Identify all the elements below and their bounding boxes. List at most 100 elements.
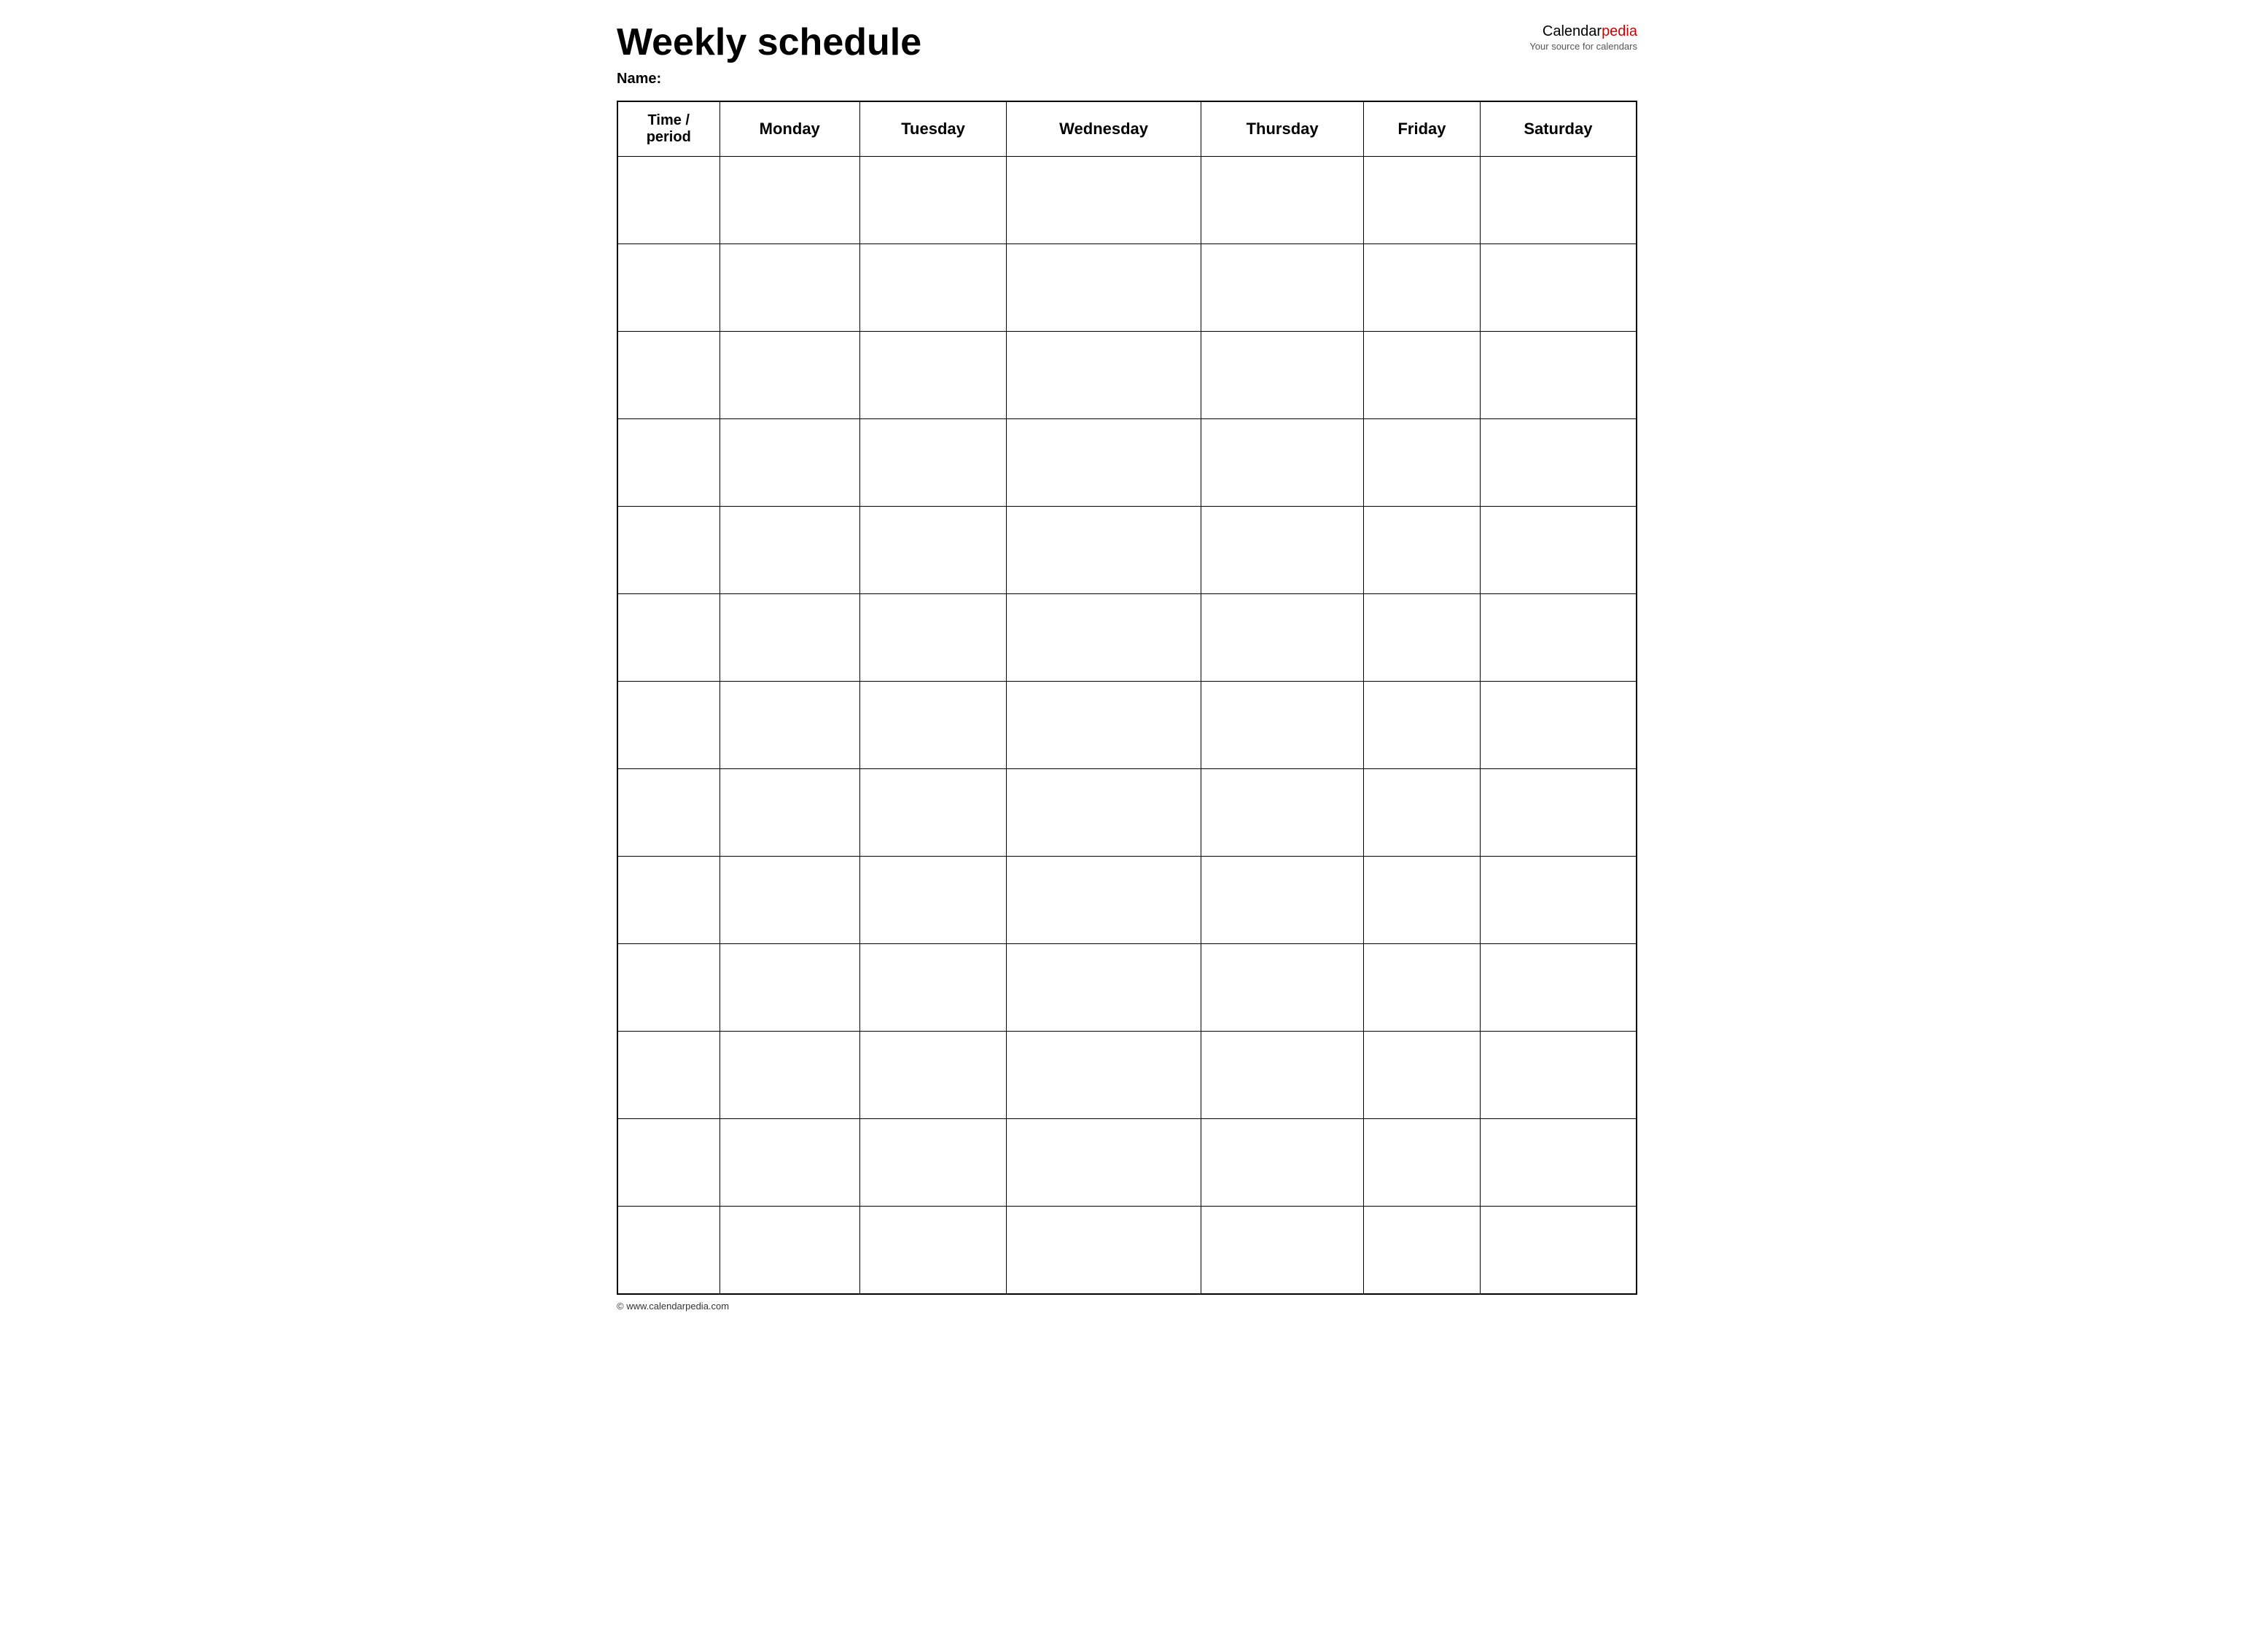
time-cell[interactable] bbox=[617, 594, 720, 682]
time-cell[interactable] bbox=[617, 507, 720, 594]
schedule-cell[interactable] bbox=[1007, 769, 1201, 857]
schedule-cell[interactable] bbox=[1480, 507, 1637, 594]
schedule-cell[interactable] bbox=[1364, 682, 1481, 769]
name-label: Name: bbox=[617, 71, 661, 87]
schedule-cell[interactable] bbox=[859, 944, 1006, 1032]
schedule-cell[interactable] bbox=[859, 1119, 1006, 1207]
logo-black-text: Calendar bbox=[1543, 23, 1602, 39]
schedule-cell[interactable] bbox=[1007, 682, 1201, 769]
footer: © www.calendarpedia.com bbox=[617, 1301, 1637, 1312]
schedule-cell[interactable] bbox=[1007, 332, 1201, 419]
schedule-cell[interactable] bbox=[720, 1119, 859, 1207]
schedule-cell[interactable] bbox=[1364, 1032, 1481, 1119]
schedule-cell[interactable] bbox=[720, 332, 859, 419]
schedule-cell[interactable] bbox=[1364, 157, 1481, 244]
schedule-cell[interactable] bbox=[1480, 1207, 1637, 1294]
schedule-cell[interactable] bbox=[1007, 1032, 1201, 1119]
schedule-cell[interactable] bbox=[720, 682, 859, 769]
schedule-cell[interactable] bbox=[1007, 594, 1201, 682]
time-cell[interactable] bbox=[617, 1119, 720, 1207]
schedule-cell[interactable] bbox=[720, 419, 859, 507]
schedule-cell[interactable] bbox=[1364, 769, 1481, 857]
schedule-cell[interactable] bbox=[1201, 1207, 1364, 1294]
schedule-cell[interactable] bbox=[1007, 857, 1201, 944]
schedule-cell[interactable] bbox=[720, 507, 859, 594]
schedule-cell[interactable] bbox=[1480, 1119, 1637, 1207]
schedule-cell[interactable] bbox=[1201, 244, 1364, 332]
footer-text: © www.calendarpedia.com bbox=[617, 1301, 729, 1312]
schedule-cell[interactable] bbox=[1201, 419, 1364, 507]
time-cell[interactable] bbox=[617, 944, 720, 1032]
schedule-body bbox=[617, 157, 1637, 1294]
schedule-cell[interactable] bbox=[1480, 857, 1637, 944]
schedule-cell[interactable] bbox=[1201, 1032, 1364, 1119]
table-row bbox=[617, 157, 1637, 244]
schedule-cell[interactable] bbox=[720, 157, 859, 244]
schedule-cell[interactable] bbox=[1480, 769, 1637, 857]
col-header-thursday: Thursday bbox=[1201, 101, 1364, 157]
time-cell[interactable] bbox=[617, 682, 720, 769]
schedule-cell[interactable] bbox=[720, 1207, 859, 1294]
time-cell[interactable] bbox=[617, 1032, 720, 1119]
time-cell[interactable] bbox=[617, 244, 720, 332]
schedule-cell[interactable] bbox=[859, 857, 1006, 944]
schedule-cell[interactable] bbox=[720, 857, 859, 944]
logo-text: Calendarpedia bbox=[1529, 22, 1637, 41]
schedule-cell[interactable] bbox=[720, 1032, 859, 1119]
schedule-cell[interactable] bbox=[1364, 244, 1481, 332]
schedule-cell[interactable] bbox=[1364, 419, 1481, 507]
schedule-cell[interactable] bbox=[1480, 157, 1637, 244]
schedule-cell[interactable] bbox=[1201, 944, 1364, 1032]
schedule-cell[interactable] bbox=[1364, 857, 1481, 944]
schedule-cell[interactable] bbox=[1480, 244, 1637, 332]
schedule-cell[interactable] bbox=[1007, 944, 1201, 1032]
schedule-cell[interactable] bbox=[1480, 332, 1637, 419]
schedule-cell[interactable] bbox=[720, 944, 859, 1032]
schedule-cell[interactable] bbox=[1007, 157, 1201, 244]
schedule-cell[interactable] bbox=[1201, 594, 1364, 682]
table-row bbox=[617, 857, 1637, 944]
schedule-cell[interactable] bbox=[859, 157, 1006, 244]
schedule-cell[interactable] bbox=[859, 1207, 1006, 1294]
schedule-cell[interactable] bbox=[1364, 1207, 1481, 1294]
schedule-cell[interactable] bbox=[1007, 419, 1201, 507]
schedule-cell[interactable] bbox=[720, 594, 859, 682]
schedule-cell[interactable] bbox=[859, 682, 1006, 769]
schedule-cell[interactable] bbox=[1201, 332, 1364, 419]
schedule-cell[interactable] bbox=[1007, 507, 1201, 594]
schedule-cell[interactable] bbox=[1480, 419, 1637, 507]
schedule-cell[interactable] bbox=[859, 507, 1006, 594]
schedule-cell[interactable] bbox=[859, 419, 1006, 507]
schedule-cell[interactable] bbox=[1364, 594, 1481, 682]
schedule-cell[interactable] bbox=[720, 769, 859, 857]
time-cell[interactable] bbox=[617, 332, 720, 419]
schedule-cell[interactable] bbox=[1201, 682, 1364, 769]
schedule-cell[interactable] bbox=[1364, 507, 1481, 594]
schedule-cell[interactable] bbox=[859, 769, 1006, 857]
schedule-cell[interactable] bbox=[1201, 1119, 1364, 1207]
schedule-cell[interactable] bbox=[1480, 1032, 1637, 1119]
schedule-cell[interactable] bbox=[1201, 157, 1364, 244]
schedule-cell[interactable] bbox=[1201, 507, 1364, 594]
schedule-cell[interactable] bbox=[859, 332, 1006, 419]
schedule-cell[interactable] bbox=[1007, 1207, 1201, 1294]
schedule-cell[interactable] bbox=[1364, 332, 1481, 419]
schedule-cell[interactable] bbox=[1480, 682, 1637, 769]
schedule-cell[interactable] bbox=[859, 244, 1006, 332]
schedule-cell[interactable] bbox=[859, 594, 1006, 682]
schedule-cell[interactable] bbox=[1201, 857, 1364, 944]
time-cell[interactable] bbox=[617, 769, 720, 857]
time-cell[interactable] bbox=[617, 857, 720, 944]
schedule-cell[interactable] bbox=[1480, 594, 1637, 682]
schedule-cell[interactable] bbox=[1007, 244, 1201, 332]
schedule-cell[interactable] bbox=[1364, 944, 1481, 1032]
schedule-cell[interactable] bbox=[1480, 944, 1637, 1032]
time-cell[interactable] bbox=[617, 157, 720, 244]
schedule-cell[interactable] bbox=[720, 244, 859, 332]
schedule-cell[interactable] bbox=[859, 1032, 1006, 1119]
time-cell[interactable] bbox=[617, 419, 720, 507]
schedule-cell[interactable] bbox=[1007, 1119, 1201, 1207]
time-cell[interactable] bbox=[617, 1207, 720, 1294]
schedule-cell[interactable] bbox=[1364, 1119, 1481, 1207]
schedule-cell[interactable] bbox=[1201, 769, 1364, 857]
